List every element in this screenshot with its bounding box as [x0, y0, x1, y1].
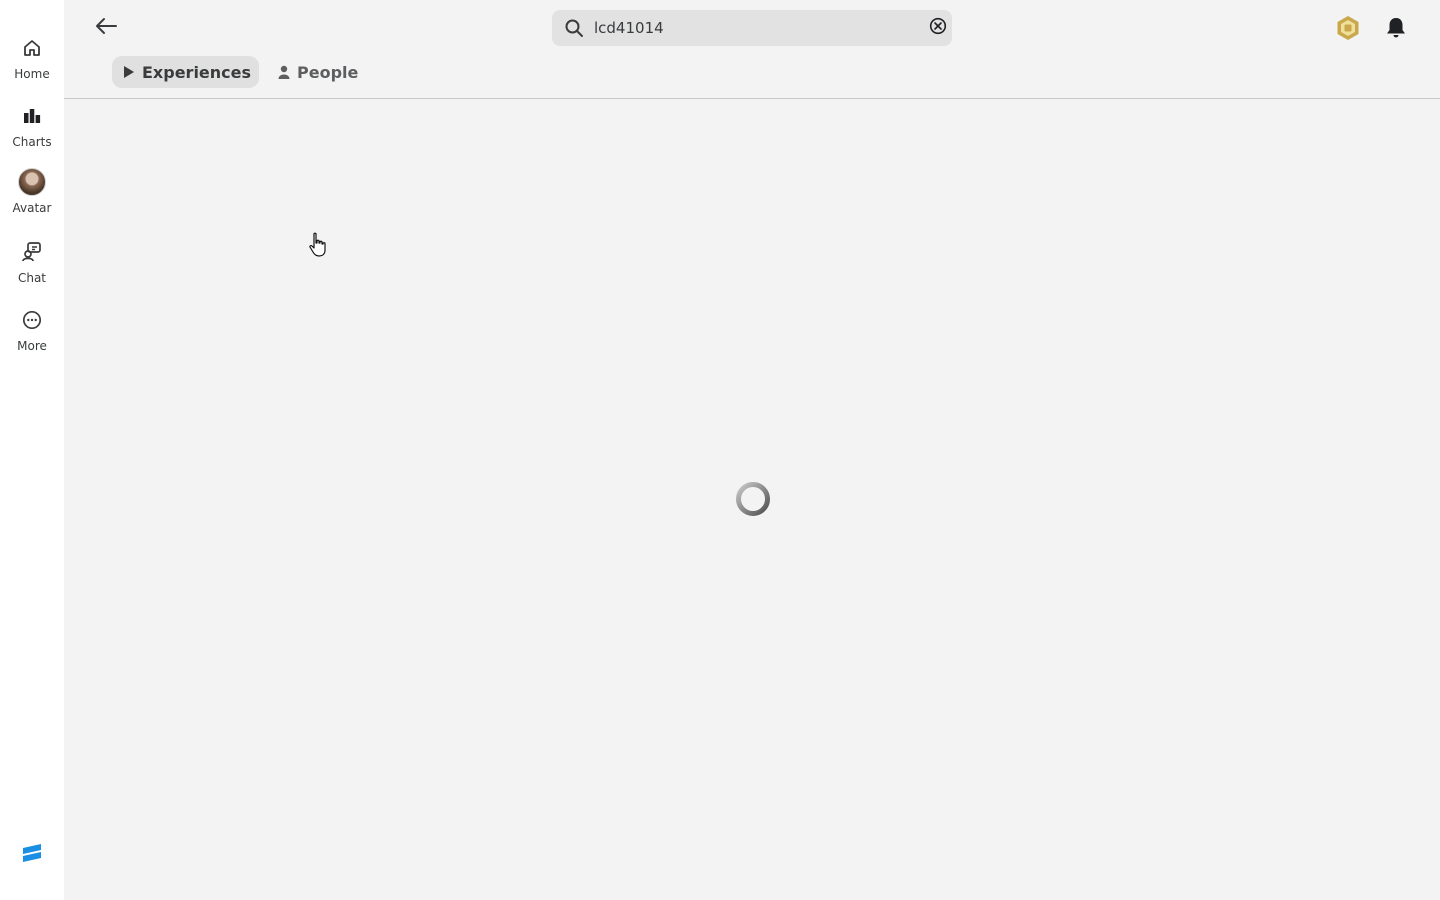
sidebar-item-avatar[interactable]: Avatar	[0, 168, 64, 232]
sidebar-item-chat[interactable]: Chat	[0, 238, 64, 302]
sidebar-item-label: Avatar	[12, 201, 52, 215]
tab-label: Experiences	[142, 62, 252, 82]
search-tabs: Experiences People	[112, 56, 366, 88]
top-bar: Experiences People	[64, 0, 1440, 99]
roblox-studio-logo[interactable]	[20, 842, 44, 866]
clear-search-button[interactable]	[928, 17, 948, 39]
tab-experiences[interactable]: Experiences	[112, 56, 260, 88]
sidebar-item-home[interactable]: Home	[0, 34, 64, 98]
more-icon	[20, 308, 44, 332]
notifications-button[interactable]	[1382, 14, 1410, 42]
play-icon	[122, 65, 136, 79]
sidebar-item-label: Charts	[12, 135, 52, 149]
sidebar-item-label: Chat	[17, 271, 47, 285]
sidebar-item-label: Home	[14, 67, 50, 81]
loading-spinner	[735, 481, 771, 517]
sidebar-item-more[interactable]: More	[0, 306, 64, 370]
tab-label: People	[297, 62, 359, 82]
person-icon	[277, 65, 291, 79]
bell-icon	[1382, 18, 1410, 46]
search-icon	[564, 18, 584, 38]
back-button[interactable]	[92, 14, 120, 42]
tab-people[interactable]: People	[267, 56, 366, 88]
sidebar: Home Charts Avatar Chat More	[0, 0, 64, 900]
home-icon	[20, 36, 44, 60]
search-bar	[552, 10, 952, 46]
robux-button[interactable]	[1334, 14, 1362, 42]
hand-cursor-icon	[307, 232, 329, 258]
sidebar-item-charts[interactable]: Charts	[0, 102, 64, 166]
robux-icon	[1334, 16, 1362, 46]
clear-icon	[929, 17, 947, 39]
search-input[interactable]	[594, 16, 914, 40]
chat-icon	[20, 240, 44, 264]
sidebar-item-label: More	[17, 339, 47, 353]
avatar-icon	[18, 168, 46, 196]
charts-icon	[20, 104, 44, 128]
back-arrow-icon	[93, 16, 119, 40]
